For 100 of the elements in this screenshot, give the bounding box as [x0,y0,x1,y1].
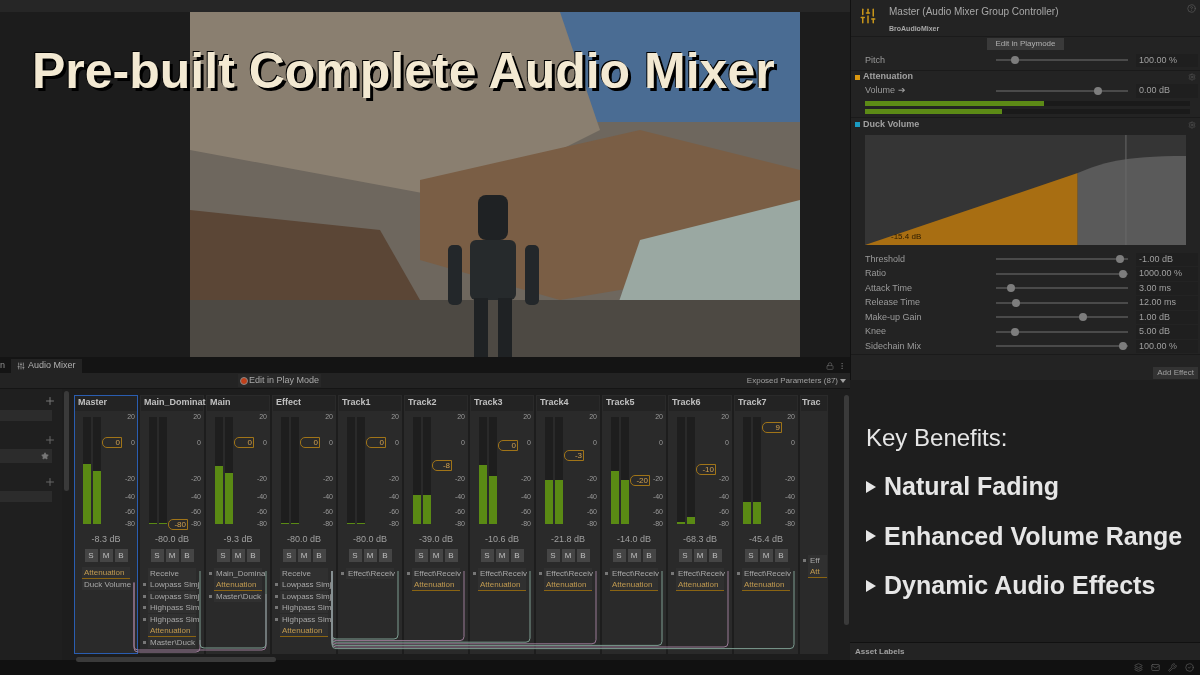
strip-toggle-button[interactable]: B [378,548,392,562]
value-field[interactable]: -1.00 dB [1136,252,1198,266]
slider-track[interactable] [996,269,1128,278]
effect-slot[interactable]: Effect\Receiv [676,567,724,579]
add-icon[interactable] [44,395,56,407]
value-field[interactable]: 0.00 dB [1136,84,1198,98]
effect-slot[interactable]: Receive [280,567,328,579]
star-icon[interactable] [41,452,49,460]
strip-toggle-button[interactable]: B [510,548,524,562]
effect-slot[interactable]: Master\Duck [214,590,262,602]
value-field[interactable]: 12.00 ms [1136,296,1198,310]
slider-thumb[interactable] [1010,327,1019,336]
slider-track[interactable] [996,298,1128,307]
value-field[interactable]: 100.00 % [1136,53,1198,67]
slider-thumb[interactable] [1118,342,1127,351]
fader-marker[interactable]: 0 [498,440,518,452]
strip-toggle-button[interactable]: S [282,548,296,562]
strip-toggle-button[interactable]: M [495,548,509,562]
strip-toggle-button[interactable]: S [414,548,428,562]
effect-slot[interactable]: Receive [148,567,196,579]
strip-toggle-button[interactable]: S [678,548,692,562]
strip-toggle-button[interactable]: M [165,548,179,562]
slider-thumb[interactable] [1116,255,1125,264]
effect-slot[interactable]: Effect\Receiv [346,567,394,579]
strip-toggle-button[interactable]: S [744,548,758,562]
effect-slot[interactable]: Master\Duck [148,636,196,648]
strip-toggle-button[interactable]: M [297,548,311,562]
scrollbar[interactable] [843,395,849,625]
value-field[interactable]: 3.00 ms [1136,281,1198,295]
fader-marker[interactable]: -10 [696,463,716,475]
strip-toggle-button[interactable]: B [114,548,128,562]
strip-toggle-button[interactable]: B [312,548,326,562]
window-tab[interactable]: n [0,359,11,373]
value-field[interactable]: 5.00 dB [1136,325,1198,339]
fader-marker[interactable]: -80 [168,518,188,530]
strip-toggle-button[interactable]: S [546,548,560,562]
section-title[interactable]: Duck Volume [863,117,920,132]
value-field[interactable]: 1.00 dB [1136,310,1198,324]
strip-toggle-button[interactable]: M [561,548,575,562]
fader-marker[interactable]: 0 [234,437,254,449]
slider-thumb[interactable] [1012,298,1021,307]
strip-toggle-button[interactable]: S [612,548,626,562]
effect-slot[interactable]: Effect\Receiv [478,567,526,579]
fader-marker[interactable]: -8 [432,459,452,471]
slider-track[interactable] [996,327,1128,336]
fader-marker[interactable]: -3 [564,450,584,461]
add-icon[interactable] [44,434,56,446]
strip-toggle-button[interactable]: M [231,548,245,562]
scrollbar[interactable] [76,656,276,662]
effect-slot[interactable]: Effect\Receiv [742,567,790,579]
layers-icon[interactable] [1134,663,1143,672]
strip-toggle-button[interactable]: B [180,548,194,562]
effect-slot[interactable]: Att [808,566,827,579]
strip-toggle-button[interactable]: M [693,548,707,562]
menu-icon[interactable] [838,362,846,370]
strip-toggle-button[interactable]: M [99,548,113,562]
fader-marker[interactable]: 0 [102,437,122,449]
list-row[interactable] [0,449,52,463]
slider-track[interactable] [996,255,1128,264]
help-icon[interactable] [1187,4,1196,13]
slider-track[interactable] [996,86,1128,95]
section-title[interactable]: Attenuation [863,70,913,84]
strip-toggle-button[interactable]: S [216,548,230,562]
strip-toggle-button[interactable]: B [576,548,590,562]
add-icon[interactable] [44,476,56,488]
effect-slot[interactable]: Effect\Receiv [412,567,460,579]
value-field[interactable]: 100.00 % [1136,339,1198,353]
edit-in-playmode-button[interactable]: Edit in Playmode [987,38,1064,50]
slider-thumb[interactable] [1007,284,1016,293]
fader-marker[interactable]: 0 [366,437,386,449]
effect-slot[interactable]: Effect\Receiv [610,567,658,579]
slider-track[interactable] [996,313,1128,322]
effect-slot[interactable]: Attenuation [82,567,130,580]
strip-toggle-button[interactable]: S [84,548,98,562]
fader-marker[interactable]: 9 [762,422,782,434]
fader-marker[interactable]: 0 [300,437,320,449]
slider-thumb[interactable] [1010,56,1019,65]
scrollbar[interactable] [63,391,69,491]
window-tab[interactable]: Audio Mixer [11,359,82,373]
strip-toggle-button[interactable]: B [774,548,788,562]
strip-toggle-button[interactable]: S [480,548,494,562]
lock-icon[interactable] [826,362,834,370]
effect-slot[interactable]: Effect\Receiv [544,567,592,579]
effect-slot[interactable]: Eff [808,555,827,567]
slider-thumb[interactable] [1079,313,1088,322]
add-effect-button[interactable]: Add Effect [1153,366,1198,379]
fader-marker[interactable]: -20 [630,474,650,486]
strip-toggle-button[interactable]: M [363,548,377,562]
slider-track[interactable] [996,284,1128,293]
strip-toggle-button[interactable]: S [150,548,164,562]
slider-thumb[interactable] [1118,269,1127,278]
slider-track[interactable] [996,342,1128,351]
strip-toggle-button[interactable]: M [429,548,443,562]
wrench-icon[interactable] [1168,663,1177,672]
envelope-icon[interactable] [1151,663,1160,672]
value-field[interactable]: 1000.00 % [1136,267,1198,281]
strip-toggle-button[interactable]: B [642,548,656,562]
check-circle-icon[interactable] [1185,663,1194,672]
strip-toggle-button[interactable]: M [759,548,773,562]
mixer-strip[interactable]: Trac Eff Att [800,395,828,654]
